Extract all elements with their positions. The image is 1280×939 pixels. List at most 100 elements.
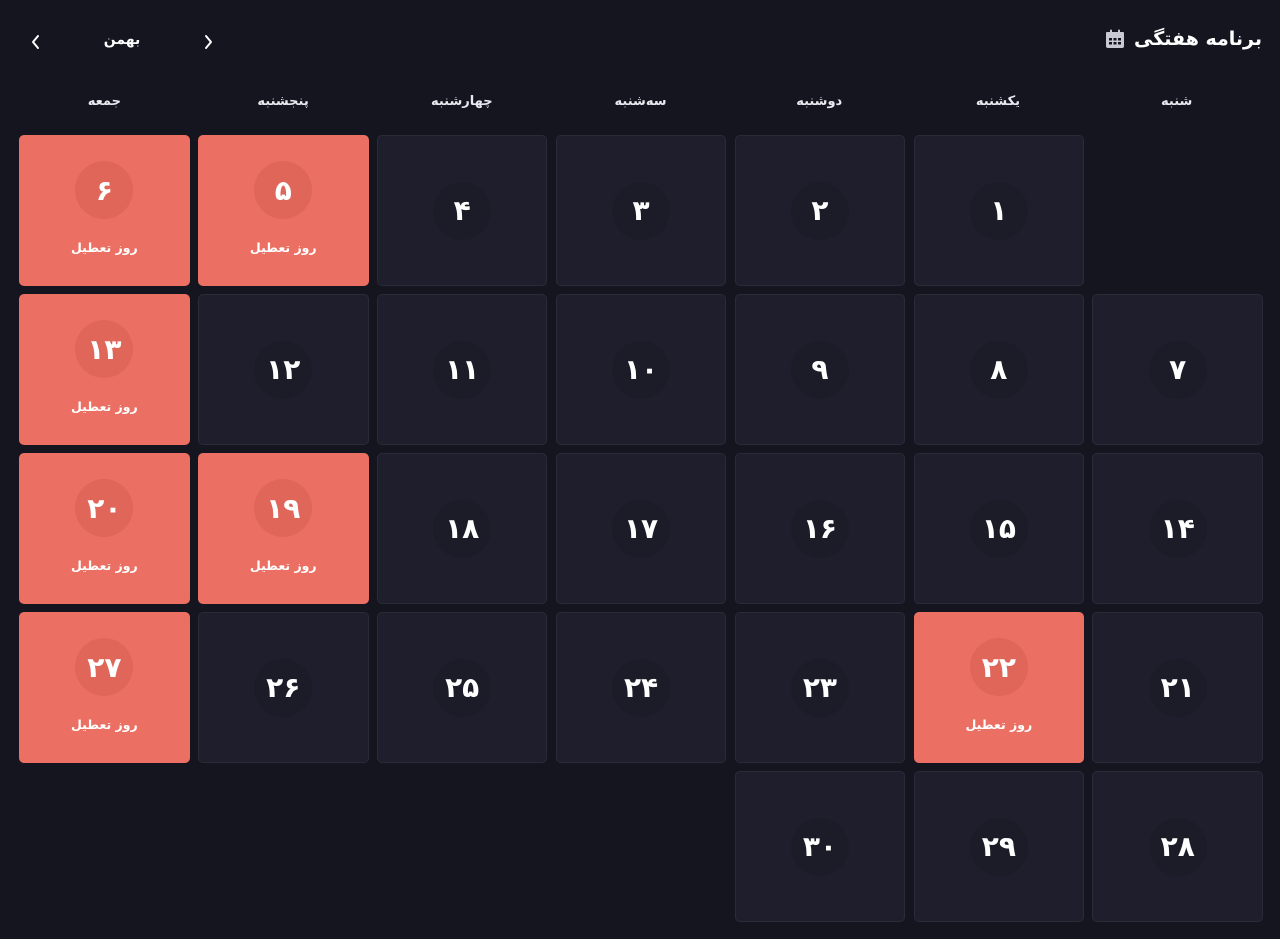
day-number: ۲۵ bbox=[445, 671, 480, 704]
holiday-label: روز تعطیل bbox=[71, 558, 138, 573]
day-number: ۱۶ bbox=[802, 512, 838, 545]
day-cell-holiday[interactable]: ۲۲ روز تعطیل bbox=[913, 612, 1085, 763]
day-cell[interactable]: ۲۶ bbox=[197, 612, 369, 763]
holiday-label: روز تعطیل bbox=[249, 558, 317, 573]
day-number-badge: ۵ bbox=[254, 161, 313, 219]
day-number: ۱۴ bbox=[1160, 512, 1195, 545]
day-cell[interactable]: ۲۵ bbox=[376, 612, 548, 763]
day-cell[interactable]: ۱۱ bbox=[376, 294, 548, 445]
holiday-label: روز تعطیل bbox=[71, 717, 138, 732]
day-cell-holiday[interactable]: ۵ روز تعطیل bbox=[197, 135, 369, 286]
day-number: ۶ bbox=[95, 173, 113, 207]
day-number-badge: ۲۹ bbox=[969, 817, 1028, 876]
day-number-badge: ۲۰ bbox=[75, 479, 134, 537]
day-cell[interactable]: ۱۵ bbox=[913, 453, 1085, 604]
weekday-sunday: یکشنبه bbox=[975, 94, 1021, 109]
day-number: ۱۰ bbox=[623, 353, 659, 386]
day-cell-holiday[interactable]: ۶ روز تعطیل bbox=[19, 135, 190, 286]
day-number: ۵ bbox=[274, 173, 292, 207]
day-number-badge: ۲ bbox=[790, 181, 849, 240]
day-cell[interactable]: ۱۰ bbox=[555, 294, 727, 445]
empty-cell bbox=[1092, 135, 1263, 286]
day-cell-holiday[interactable]: ۲۷ روز تعطیل bbox=[19, 612, 190, 763]
day-number: ۱ bbox=[990, 194, 1008, 227]
day-number-badge: ۱۲ bbox=[254, 340, 313, 399]
day-number-badge: ۹ bbox=[790, 340, 849, 399]
day-cell-holiday[interactable]: ۱۹ روز تعطیل bbox=[197, 453, 369, 604]
day-number: ۲۲ bbox=[981, 650, 1016, 684]
day-number: ۹ bbox=[811, 353, 829, 386]
holiday-label: روز تعطیل bbox=[71, 240, 138, 255]
day-number: ۱۷ bbox=[623, 512, 659, 545]
day-number: ۲۸ bbox=[1160, 830, 1195, 863]
day-number: ۱۲ bbox=[266, 353, 301, 386]
day-cell[interactable]: ۲۱ bbox=[1092, 612, 1263, 763]
day-number: ۱۸ bbox=[445, 512, 480, 545]
day-cell[interactable]: ۹ bbox=[734, 294, 906, 445]
header: برنامه هفتگی بهمن bbox=[0, 0, 1280, 84]
day-number: ۴ bbox=[453, 194, 471, 227]
day-cell[interactable]: ۷ bbox=[1092, 294, 1263, 445]
weekly-schedule-page: برنامه هفتگی بهمن شنبه یکشنبه دوشنبه سه‌… bbox=[0, 0, 1280, 939]
day-number-badge: ۱۴ bbox=[1148, 499, 1207, 558]
weekday-wednesday: چهارشنبه bbox=[430, 94, 493, 109]
day-number-badge: ۱ bbox=[969, 181, 1028, 240]
day-cell[interactable]: ۱ bbox=[913, 135, 1085, 286]
day-cell[interactable]: ۱۸ bbox=[376, 453, 548, 604]
day-number-badge: ۲۴ bbox=[612, 658, 671, 717]
day-cell[interactable]: ۱۲ bbox=[197, 294, 369, 445]
day-cell-holiday[interactable]: ۲۰ روز تعطیل bbox=[19, 453, 190, 604]
day-cell[interactable]: ۲۹ bbox=[913, 771, 1085, 922]
day-number-badge: ۴ bbox=[433, 181, 492, 240]
day-number: ۱۵ bbox=[981, 512, 1016, 545]
holiday-label: روز تعطیل bbox=[71, 399, 138, 414]
day-number: ۲۱ bbox=[1160, 671, 1195, 704]
day-cell[interactable]: ۱۶ bbox=[734, 453, 906, 604]
day-cell[interactable]: ۱۷ bbox=[555, 453, 727, 604]
day-number: ۱۱ bbox=[445, 353, 480, 386]
day-cell[interactable]: ۲۴ bbox=[555, 612, 727, 763]
day-number-badge: ۳۰ bbox=[790, 817, 849, 876]
day-number-badge: ۱۰ bbox=[612, 340, 671, 399]
day-number: ۳۰ bbox=[802, 830, 838, 863]
day-number: ۱۳ bbox=[87, 332, 122, 366]
day-number: ۲۹ bbox=[981, 830, 1016, 863]
day-number-badge: ۱۵ bbox=[969, 499, 1028, 558]
day-cell[interactable]: ۲ bbox=[734, 135, 906, 286]
weekday-monday: دوشنبه bbox=[796, 94, 843, 109]
holiday-label: روز تعطیل bbox=[965, 717, 1033, 732]
day-number-badge: ۱۸ bbox=[433, 499, 492, 558]
day-number-badge: ۳ bbox=[612, 181, 671, 240]
day-number: ۲۰ bbox=[87, 491, 122, 525]
day-number-badge: ۱۷ bbox=[612, 499, 671, 558]
day-number-badge: ۱۱ bbox=[433, 340, 492, 399]
day-cell[interactable]: ۴ bbox=[376, 135, 548, 286]
day-number: ۲ bbox=[811, 194, 829, 227]
day-number-badge: ۲۵ bbox=[433, 658, 492, 717]
day-cell[interactable]: ۱۴ bbox=[1092, 453, 1263, 604]
title-group: برنامه هفتگی bbox=[1104, 28, 1262, 50]
day-cell[interactable]: ۲۳ bbox=[734, 612, 906, 763]
day-number-badge: ۲۱ bbox=[1148, 658, 1207, 717]
day-number: ۲۴ bbox=[623, 671, 659, 704]
day-cell[interactable]: ۳۰ bbox=[734, 771, 906, 922]
month-navigation: بهمن bbox=[22, 26, 222, 58]
day-number-badge: ۲۸ bbox=[1148, 817, 1207, 876]
day-cell-holiday[interactable]: ۱۳ روز تعطیل bbox=[19, 294, 190, 445]
day-number-badge: ۱۶ bbox=[790, 499, 849, 558]
day-number-badge: ۸ bbox=[969, 340, 1028, 399]
day-number: ۲۳ bbox=[802, 671, 838, 704]
day-cell[interactable]: ۸ bbox=[913, 294, 1085, 445]
weekday-header: شنبه یکشنبه دوشنبه سه‌شنبه چهارشنبه پنجش… bbox=[15, 92, 1266, 116]
day-number-badge: ۱۹ bbox=[254, 479, 313, 537]
day-cell[interactable]: ۳ bbox=[555, 135, 727, 286]
day-number: ۱۹ bbox=[266, 491, 301, 525]
chevron-right-icon[interactable] bbox=[194, 26, 222, 58]
month-label: بهمن bbox=[103, 32, 141, 48]
day-number-badge: ۲۶ bbox=[254, 658, 313, 717]
calendar-icon bbox=[1104, 28, 1126, 50]
chevron-left-icon[interactable] bbox=[22, 26, 50, 58]
day-number: ۲۶ bbox=[266, 671, 301, 704]
day-cell[interactable]: ۲۸ bbox=[1092, 771, 1263, 922]
day-number: ۸ bbox=[990, 353, 1008, 386]
